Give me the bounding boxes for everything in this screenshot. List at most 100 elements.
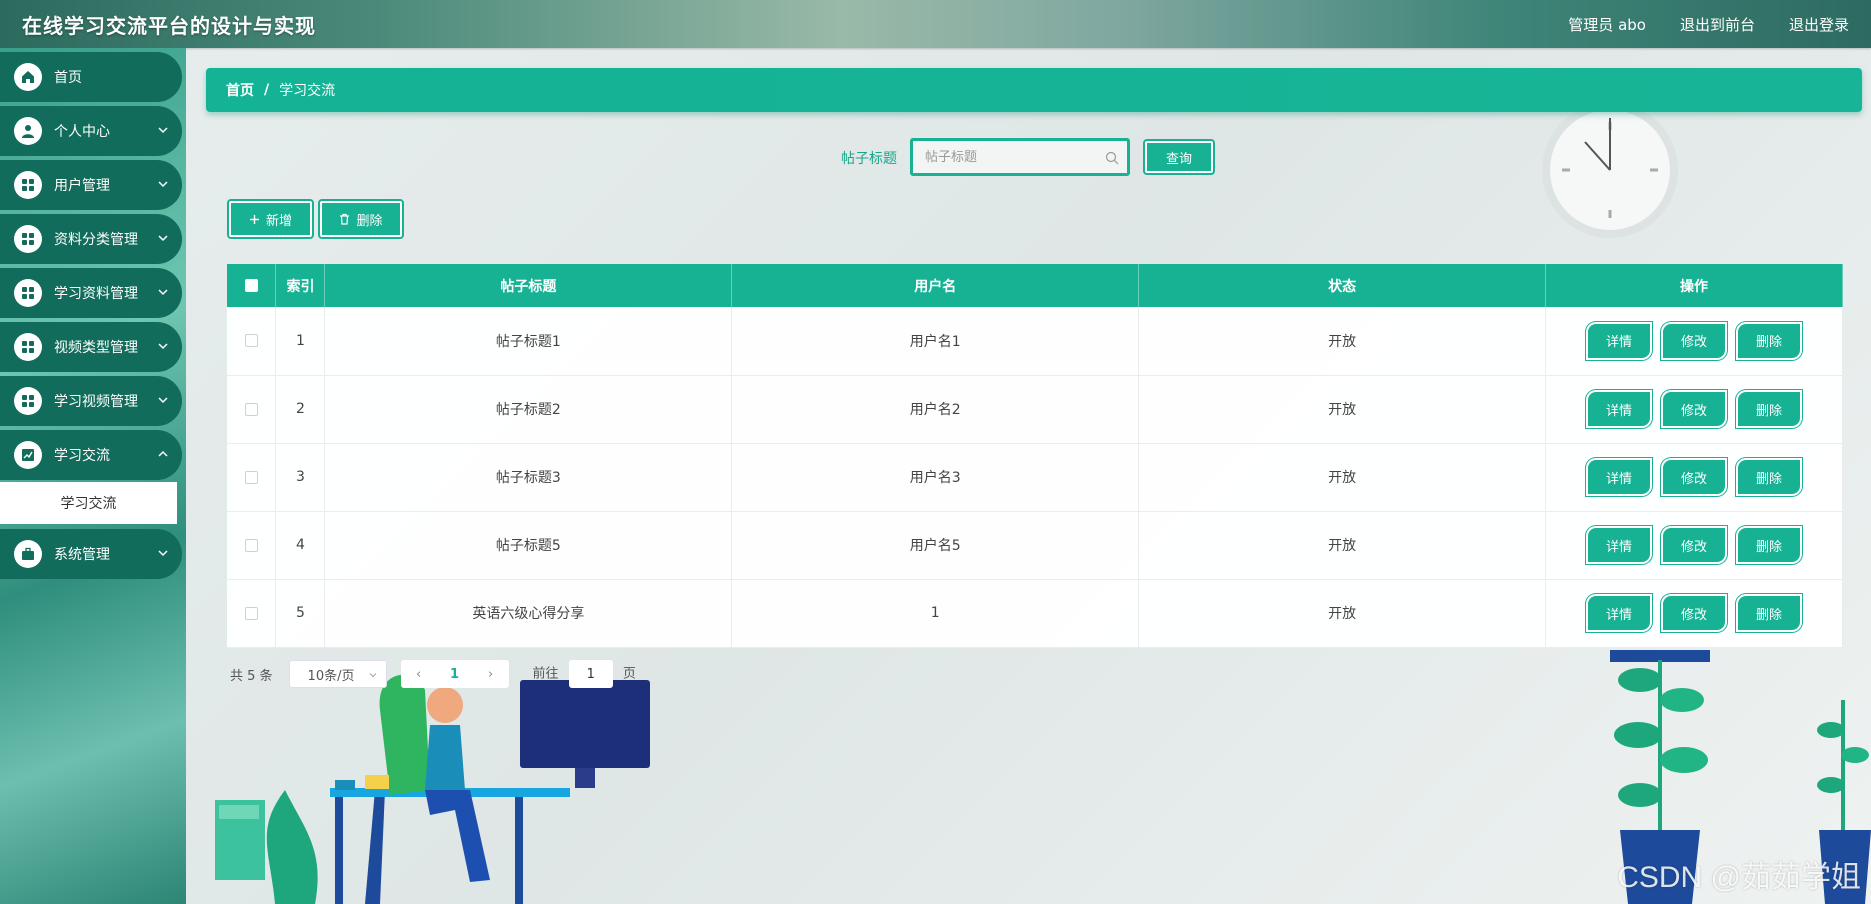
cell-index: 4 <box>275 511 326 580</box>
chevron-down-icon <box>158 127 168 134</box>
admin-user-link[interactable]: 管理员 abo <box>1568 14 1646 35</box>
clock-illustration <box>1542 102 1678 238</box>
sidebar-item-material-management[interactable]: 学习资料管理 <box>0 268 182 318</box>
sidebar-item-personal-center[interactable]: 个人中心 <box>0 106 182 156</box>
chevron-down-icon <box>369 673 376 678</box>
sidebar-item-label: 资料分类管理 <box>54 232 138 248</box>
edit-button[interactable]: 修改 <box>1663 460 1725 494</box>
goto-suffix: 页 <box>622 666 636 682</box>
select-all-checkbox[interactable] <box>244 279 258 292</box>
detail-button[interactable]: 详情 <box>1588 323 1650 358</box>
chevron-down-icon <box>158 181 168 188</box>
cell-user: 用户名5 <box>731 511 1140 580</box>
delete-button[interactable]: 删除 <box>1738 323 1800 358</box>
sidebar-item-video-type[interactable]: 视频类型管理 <box>0 322 182 372</box>
sidebar-item-video-management[interactable]: 学习视频管理 <box>0 376 182 426</box>
watermark-text: CSDN @茹茹学姐 <box>1617 861 1861 894</box>
sidebar-item-study-exchange[interactable]: 学习交流 <box>0 430 182 480</box>
delete-button[interactable]: 删除 <box>1738 596 1800 630</box>
delete-button[interactable]: 删除 <box>1738 460 1800 494</box>
page-size-select[interactable]: 10条/页 <box>288 660 387 688</box>
grid-icon <box>14 387 42 415</box>
cell-status: 开放 <box>1138 443 1546 512</box>
chevron-down-icon <box>158 550 168 557</box>
cell-title: 帖子标题1 <box>324 307 733 376</box>
sidebar-item-home[interactable]: 首页 <box>0 52 182 102</box>
goto-page: 前往 页 <box>533 660 636 688</box>
pager-nav: ‹ 1 › <box>400 660 509 688</box>
cell-index: 2 <box>275 375 326 444</box>
page-number[interactable]: 1 <box>437 667 473 682</box>
prev-page-button[interactable]: ‹ <box>401 667 437 682</box>
user-icon <box>14 117 42 145</box>
grid-icon <box>14 171 42 199</box>
sidebar-item-label: 学习交流 <box>54 448 110 464</box>
grid-icon <box>14 333 42 361</box>
row-checkbox[interactable] <box>244 606 258 620</box>
cell-user: 用户名1 <box>731 307 1140 376</box>
detail-button[interactable]: 详情 <box>1588 392 1650 426</box>
edit-button[interactable]: 修改 <box>1663 596 1725 630</box>
sidebar-item-material-category[interactable]: 资料分类管理 <box>0 214 182 264</box>
sidebar-item-label: 学习视频管理 <box>54 394 138 410</box>
cell-title: 帖子标题2 <box>324 375 733 444</box>
breadcrumb: 首页 / 学习交流 <box>206 68 1862 112</box>
edit-button[interactable]: 修改 <box>1663 392 1725 426</box>
next-page-button[interactable]: › <box>473 667 509 682</box>
chevron-down-icon <box>158 289 168 296</box>
column-header: 帖子标题 <box>324 264 733 307</box>
plus-icon <box>249 214 259 224</box>
detail-button[interactable]: 详情 <box>1588 596 1650 630</box>
briefcase-icon <box>14 540 42 568</box>
exit-to-front-link[interactable]: 退出到前台 <box>1680 14 1755 35</box>
goto-page-input[interactable] <box>568 660 613 688</box>
add-button[interactable]: 新增 <box>227 199 314 239</box>
breadcrumb-home[interactable]: 首页 <box>226 80 254 100</box>
column-header: 用户名 <box>731 264 1140 307</box>
pagination: 共 5 条 10条/页 ‹ 1 › 前往 页 <box>230 660 636 688</box>
delete-button[interactable]: 删除 <box>1738 392 1800 426</box>
detail-button[interactable]: 详情 <box>1588 528 1650 562</box>
cell-status: 开放 <box>1138 307 1546 376</box>
detail-button[interactable]: 详情 <box>1588 460 1650 494</box>
row-checkbox[interactable] <box>244 538 258 552</box>
cell-title: 帖子标题5 <box>324 511 733 580</box>
edit-button[interactable]: 修改 <box>1663 323 1725 358</box>
sidebar-item-system-management[interactable]: 系统管理 <box>0 529 182 579</box>
grid-icon <box>14 279 42 307</box>
search-box <box>910 138 1130 176</box>
chart-icon <box>14 441 42 469</box>
query-button-label: 查询 <box>1165 151 1192 167</box>
breadcrumb-separator: / <box>264 82 270 98</box>
row-checkbox[interactable] <box>244 402 258 416</box>
search-input[interactable] <box>925 149 1095 165</box>
sidebar-item-label: 系统管理 <box>54 547 110 563</box>
goto-label: 前往 <box>532 666 559 682</box>
batch-delete-button-label: 删除 <box>356 213 383 229</box>
posts-table: 索引 帖子标题 用户名 状态 操作 1 帖子标题1 用户名1 开放 详情 修改 … <box>227 264 1843 648</box>
chevron-down-icon <box>158 397 168 404</box>
cell-title: 英语六级心得分享 <box>324 579 733 648</box>
chevron-down-icon <box>158 343 168 350</box>
breadcrumb-current: 学习交流 <box>279 83 336 99</box>
cell-user: 用户名2 <box>731 375 1140 444</box>
home-icon <box>14 63 42 91</box>
cell-status: 开放 <box>1138 511 1546 580</box>
submenu-item-study-exchange[interactable]: 学习交流 <box>0 482 177 524</box>
table-row: 4 帖子标题5 用户名5 开放 详情 修改 删除 <box>227 511 1843 580</box>
chevron-up-icon <box>158 450 168 457</box>
top-header: 在线学习交流平台的设计与实现 管理员 abo 退出到前台 退出登录 <box>0 0 1871 48</box>
trash-icon <box>340 213 350 225</box>
sidebar-item-label: 个人中心 <box>54 124 110 140</box>
query-button[interactable]: 查询 <box>1143 139 1215 175</box>
edit-button[interactable]: 修改 <box>1663 528 1725 562</box>
row-checkbox[interactable] <box>244 470 258 484</box>
logout-link[interactable]: 退出登录 <box>1789 14 1849 35</box>
sidebar-item-user-management[interactable]: 用户管理 <box>0 160 182 210</box>
cell-user: 用户名3 <box>731 443 1140 512</box>
row-checkbox[interactable] <box>244 334 258 348</box>
batch-delete-button[interactable]: 删除 <box>318 199 404 239</box>
sidebar-item-label: 学习资料管理 <box>54 286 138 302</box>
delete-button[interactable]: 删除 <box>1738 528 1800 562</box>
table-row: 3 帖子标题3 用户名3 开放 详情 修改 删除 <box>227 443 1843 512</box>
